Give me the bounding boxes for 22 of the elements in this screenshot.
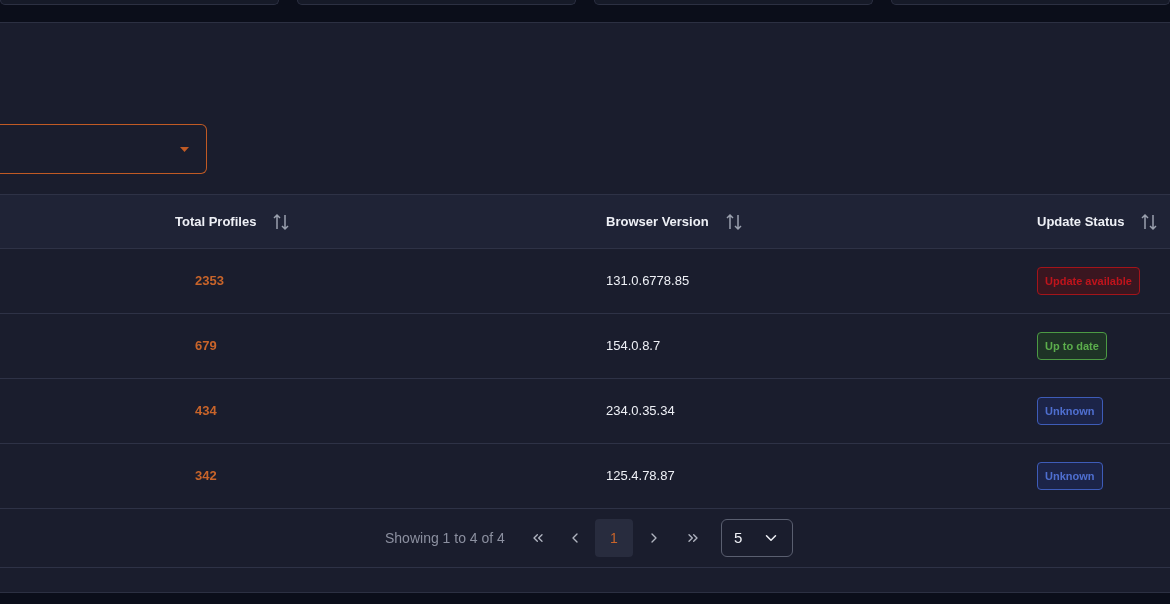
status-badge: Unknown [1037,396,1103,426]
caret-icon [180,146,189,152]
sort-icon[interactable] [724,212,743,231]
status-badge: Up to date [1037,331,1107,361]
column-header: Browser Version [606,212,709,231]
pagination-summary: Showing 1 to 4 of 4 [385,528,505,548]
sort-icon[interactable] [272,212,291,231]
table-cell-text: 2353 [194,272,225,291]
select-field[interactable] [0,124,207,174]
table-cell-text: 234.0.35.34 [606,402,676,421]
sort-icon[interactable] [1140,212,1159,231]
column-header: Update Status [1037,212,1125,231]
table-cell-text: 154.0.8.7 [606,337,662,356]
table-cell-text: 125.4.78.87 [606,467,676,486]
status-badge: Unknown [1037,461,1103,491]
page-size-select[interactable]: 5 [720,519,793,557]
table-cell-text: 131.0.6778.85 [606,272,691,291]
table-cell-text: 342 [194,467,218,486]
column-header: Total Profiles [175,212,257,231]
status-badge: Update available [1037,266,1140,296]
table-cell-text: 434 [194,402,218,421]
table-cell-text: 679 [194,337,218,356]
